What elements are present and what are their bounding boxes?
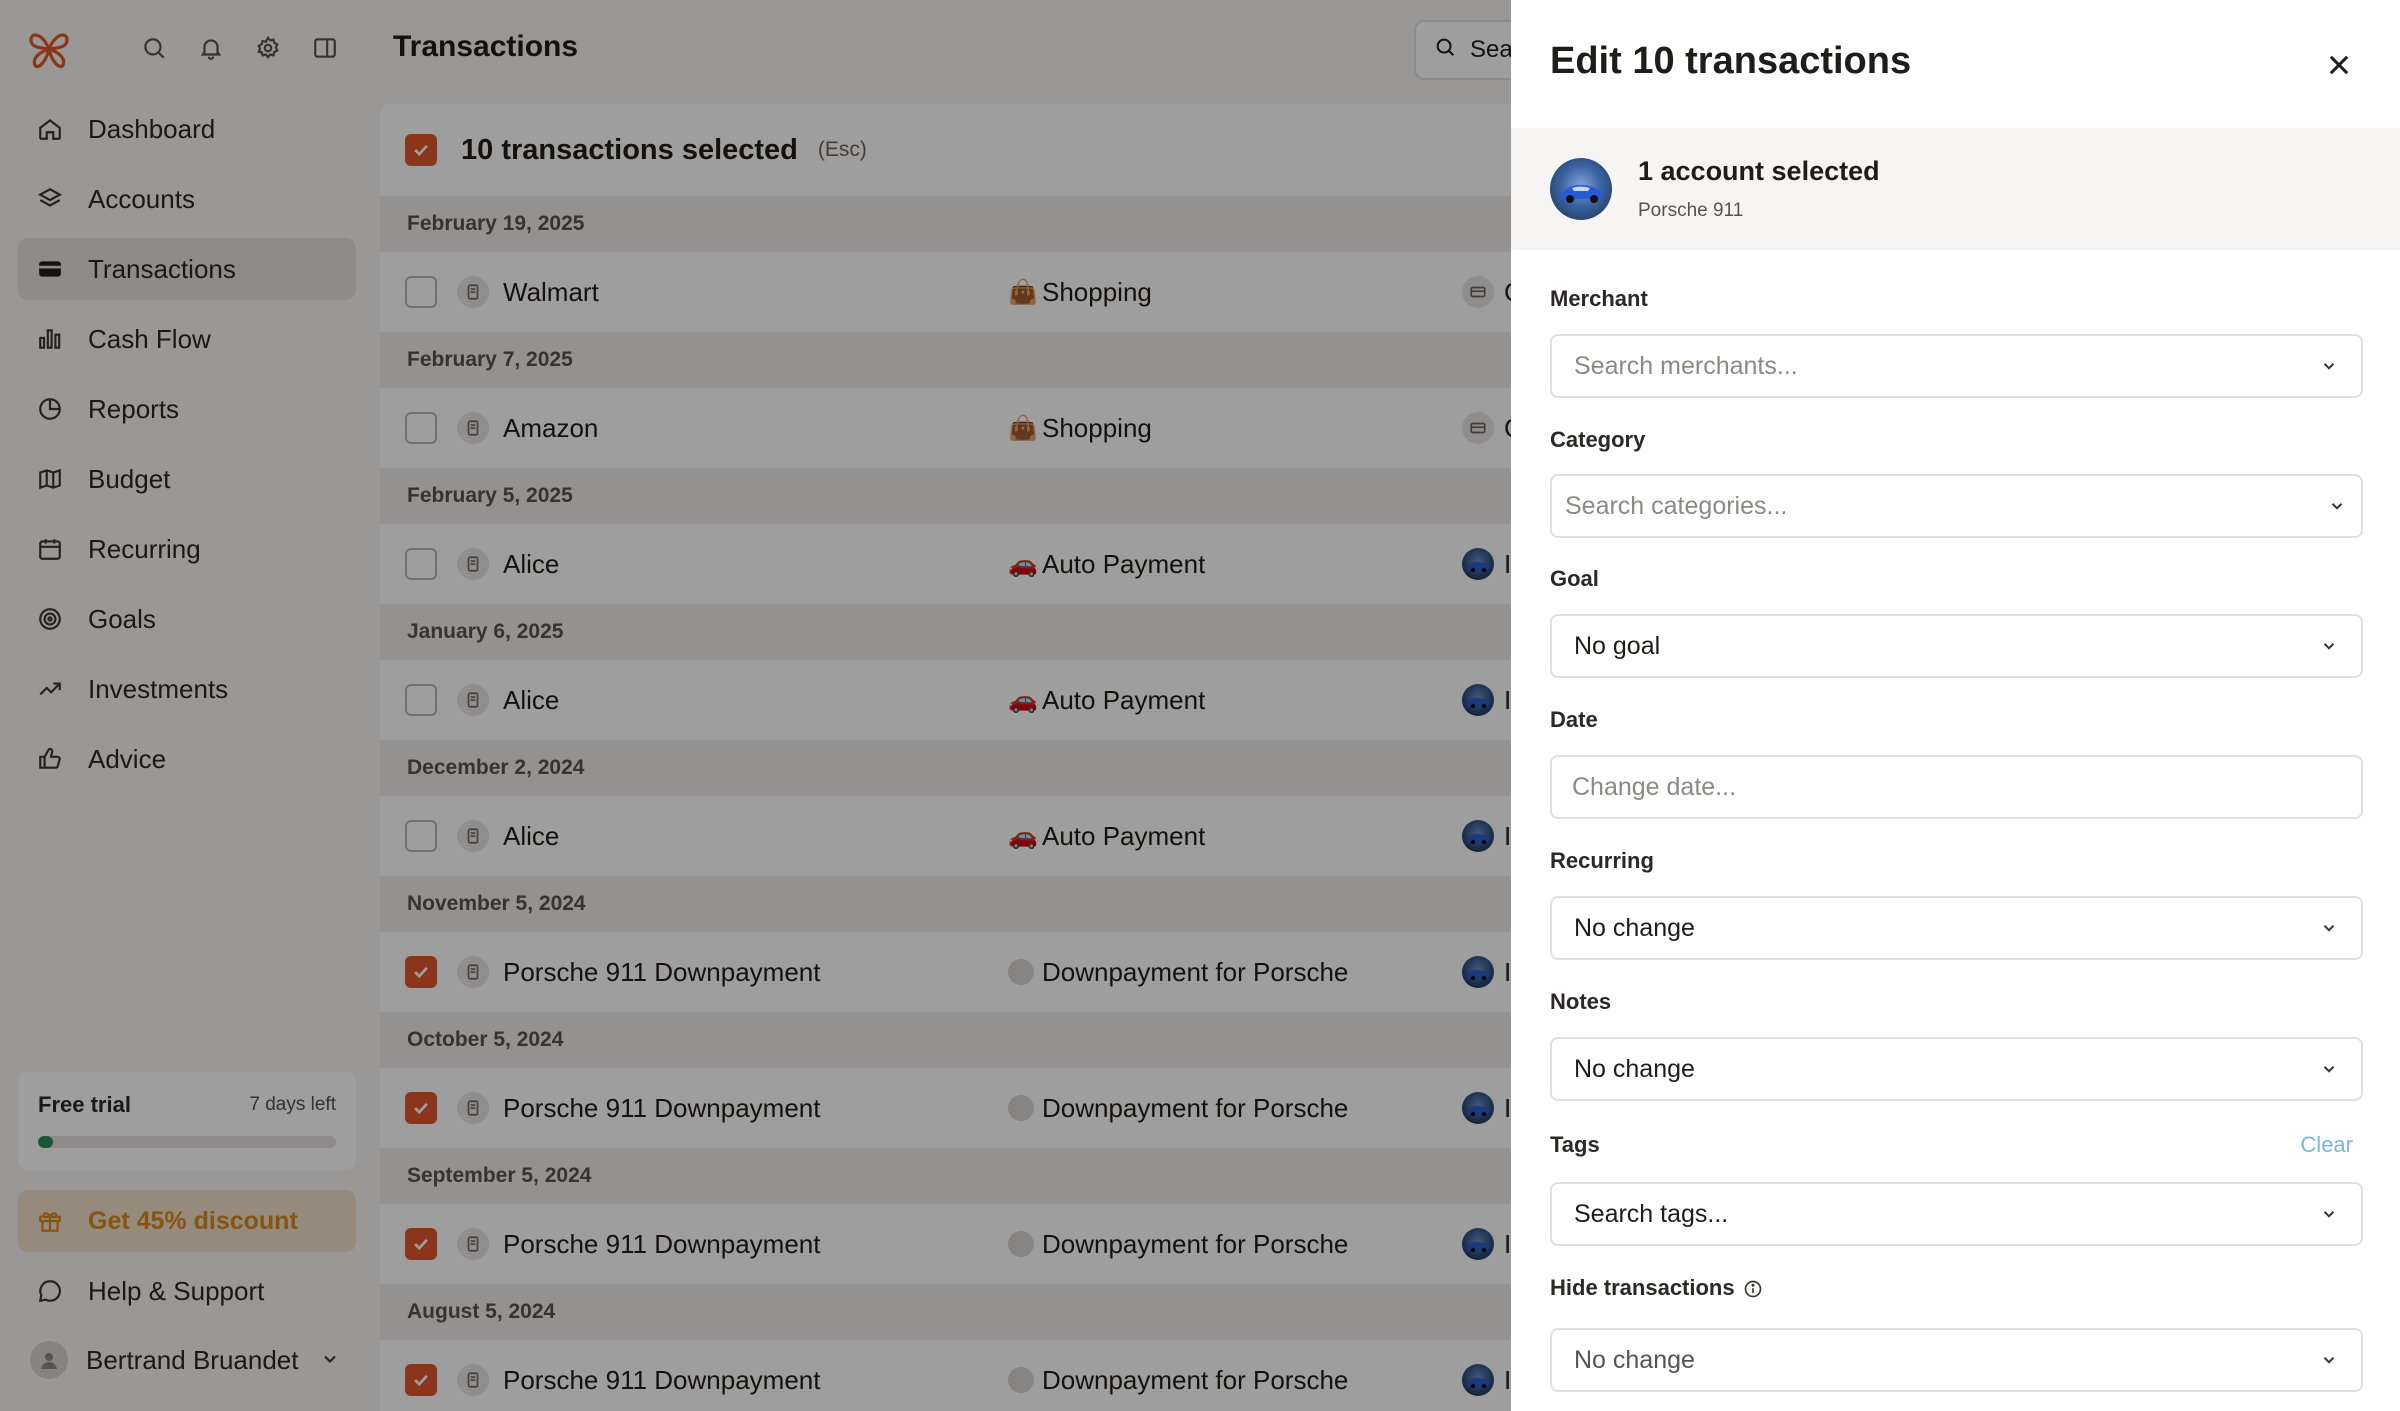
notes-select[interactable]: No change xyxy=(1550,1037,2363,1101)
chevron-down-icon xyxy=(2319,636,2339,656)
merchant-label: Merchant xyxy=(1550,286,1648,311)
chevron-down-icon xyxy=(2319,1059,2339,1079)
notes-value: No change xyxy=(1574,1054,1695,1083)
chevron-down-icon xyxy=(2319,1204,2339,1224)
hide-transactions-value: No change xyxy=(1574,1345,1695,1374)
goal-label: Goal xyxy=(1550,566,1599,591)
drawer-title: Edit 10 transactions xyxy=(1550,40,1912,82)
merchant-placeholder: Search merchants... xyxy=(1574,351,1798,380)
chevron-down-icon xyxy=(2319,918,2339,938)
hide-transactions-label-row: Hide transactions xyxy=(1550,1275,1763,1301)
chevron-down-icon xyxy=(2327,496,2347,516)
account-selected-title: 1 account selected xyxy=(1638,156,1880,186)
recurring-label: Recurring xyxy=(1550,848,1654,873)
close-icon xyxy=(2329,55,2349,75)
date-input[interactable]: Change date... xyxy=(1550,755,2363,819)
merchant-select[interactable]: Search merchants... xyxy=(1550,334,2363,398)
category-select[interactable]: Search categories... xyxy=(1550,474,2363,538)
account-name: Porsche 911 xyxy=(1638,200,1744,221)
tags-clear-button[interactable]: Clear xyxy=(2300,1132,2353,1158)
car-account-icon xyxy=(1550,158,1612,220)
recurring-value: No change xyxy=(1574,913,1695,942)
tags-label: Tags xyxy=(1550,1132,1600,1157)
notes-label: Notes xyxy=(1550,989,1612,1014)
selected-account-band: 1 account selected Porsche 911 xyxy=(1511,128,2400,250)
edit-transactions-drawer: Edit 10 transactions 1 account selected … xyxy=(1511,0,2400,1411)
category-label: Category xyxy=(1550,427,1646,452)
recurring-select[interactable]: No change xyxy=(1550,896,2363,960)
date-label: Date xyxy=(1550,707,1598,732)
chevron-down-icon xyxy=(2319,356,2339,376)
hide-transactions-select[interactable]: No change xyxy=(1550,1328,2363,1392)
tags-placeholder: Search tags... xyxy=(1574,1199,1729,1228)
modal-backdrop[interactable] xyxy=(0,0,1511,1411)
tags-select[interactable]: Search tags... xyxy=(1550,1182,2363,1246)
chevron-down-icon xyxy=(2319,1350,2339,1370)
goal-value: No goal xyxy=(1574,631,1661,660)
date-placeholder: Change date... xyxy=(1572,772,1737,801)
goal-select[interactable]: No goal xyxy=(1550,614,2363,678)
info-icon[interactable] xyxy=(1743,1279,1763,1299)
close-button[interactable] xyxy=(2319,45,2359,85)
hide-transactions-label: Hide transactions xyxy=(1550,1275,1735,1300)
category-placeholder: Search categories... xyxy=(1565,491,1788,520)
